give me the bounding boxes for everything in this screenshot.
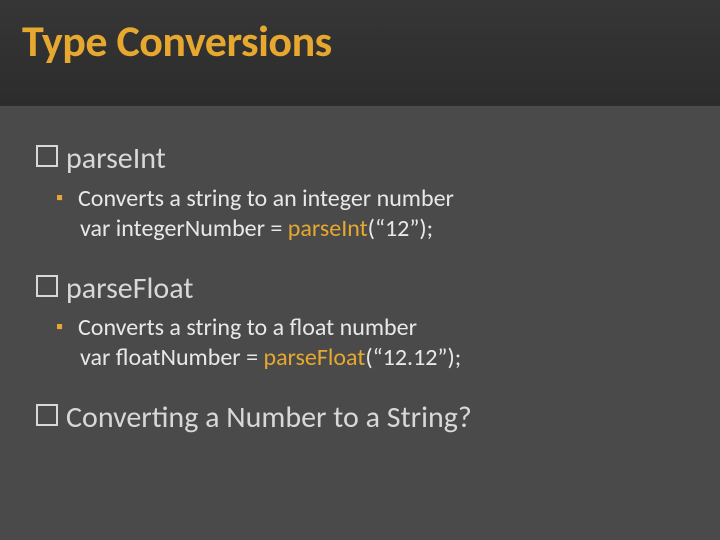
parsefloat-desc: Converts a string to a float number	[78, 313, 417, 342]
title-band: Type Conversions	[0, 0, 720, 106]
parsefloat-sub: ▪Converts a string to a float number var…	[80, 313, 680, 373]
parsefloat-code-fn: parseFloat	[263, 343, 365, 372]
heading-parseint-text: parseInt	[66, 140, 166, 177]
bullet-box-icon	[36, 404, 58, 426]
bullet-box-icon	[36, 275, 58, 297]
heading-parseint: parseInt	[36, 140, 680, 178]
heading-parsefloat: parseFloat	[36, 270, 680, 308]
parseint-code-post: (“12”);	[368, 214, 433, 243]
parseint-code-pre: var integerNumber =	[80, 214, 288, 243]
question-text: Converting a Number to a String?	[66, 399, 472, 436]
parseint-sub: ▪Converts a string to an integer number …	[80, 184, 680, 244]
parsefloat-code-post: (“12.12”);	[365, 343, 461, 372]
parseint-code-fn: parseInt	[288, 214, 368, 243]
slide: Type Conversions parseInt ▪Converts a st…	[0, 0, 720, 540]
slide-title: Type Conversions	[0, 0, 720, 68]
heading-parsefloat-text: parseFloat	[66, 270, 193, 307]
slide-content: parseInt ▪Converts a string to an intege…	[36, 140, 680, 443]
square-bullet-icon: ▪	[56, 186, 78, 211]
square-bullet-icon: ▪	[56, 315, 78, 340]
bullet-box-icon	[36, 145, 58, 167]
parseint-desc: Converts a string to an integer number	[78, 184, 454, 213]
heading-question: Converting a Number to a String?	[36, 399, 680, 437]
parsefloat-code-pre: var floatNumber =	[80, 343, 263, 372]
